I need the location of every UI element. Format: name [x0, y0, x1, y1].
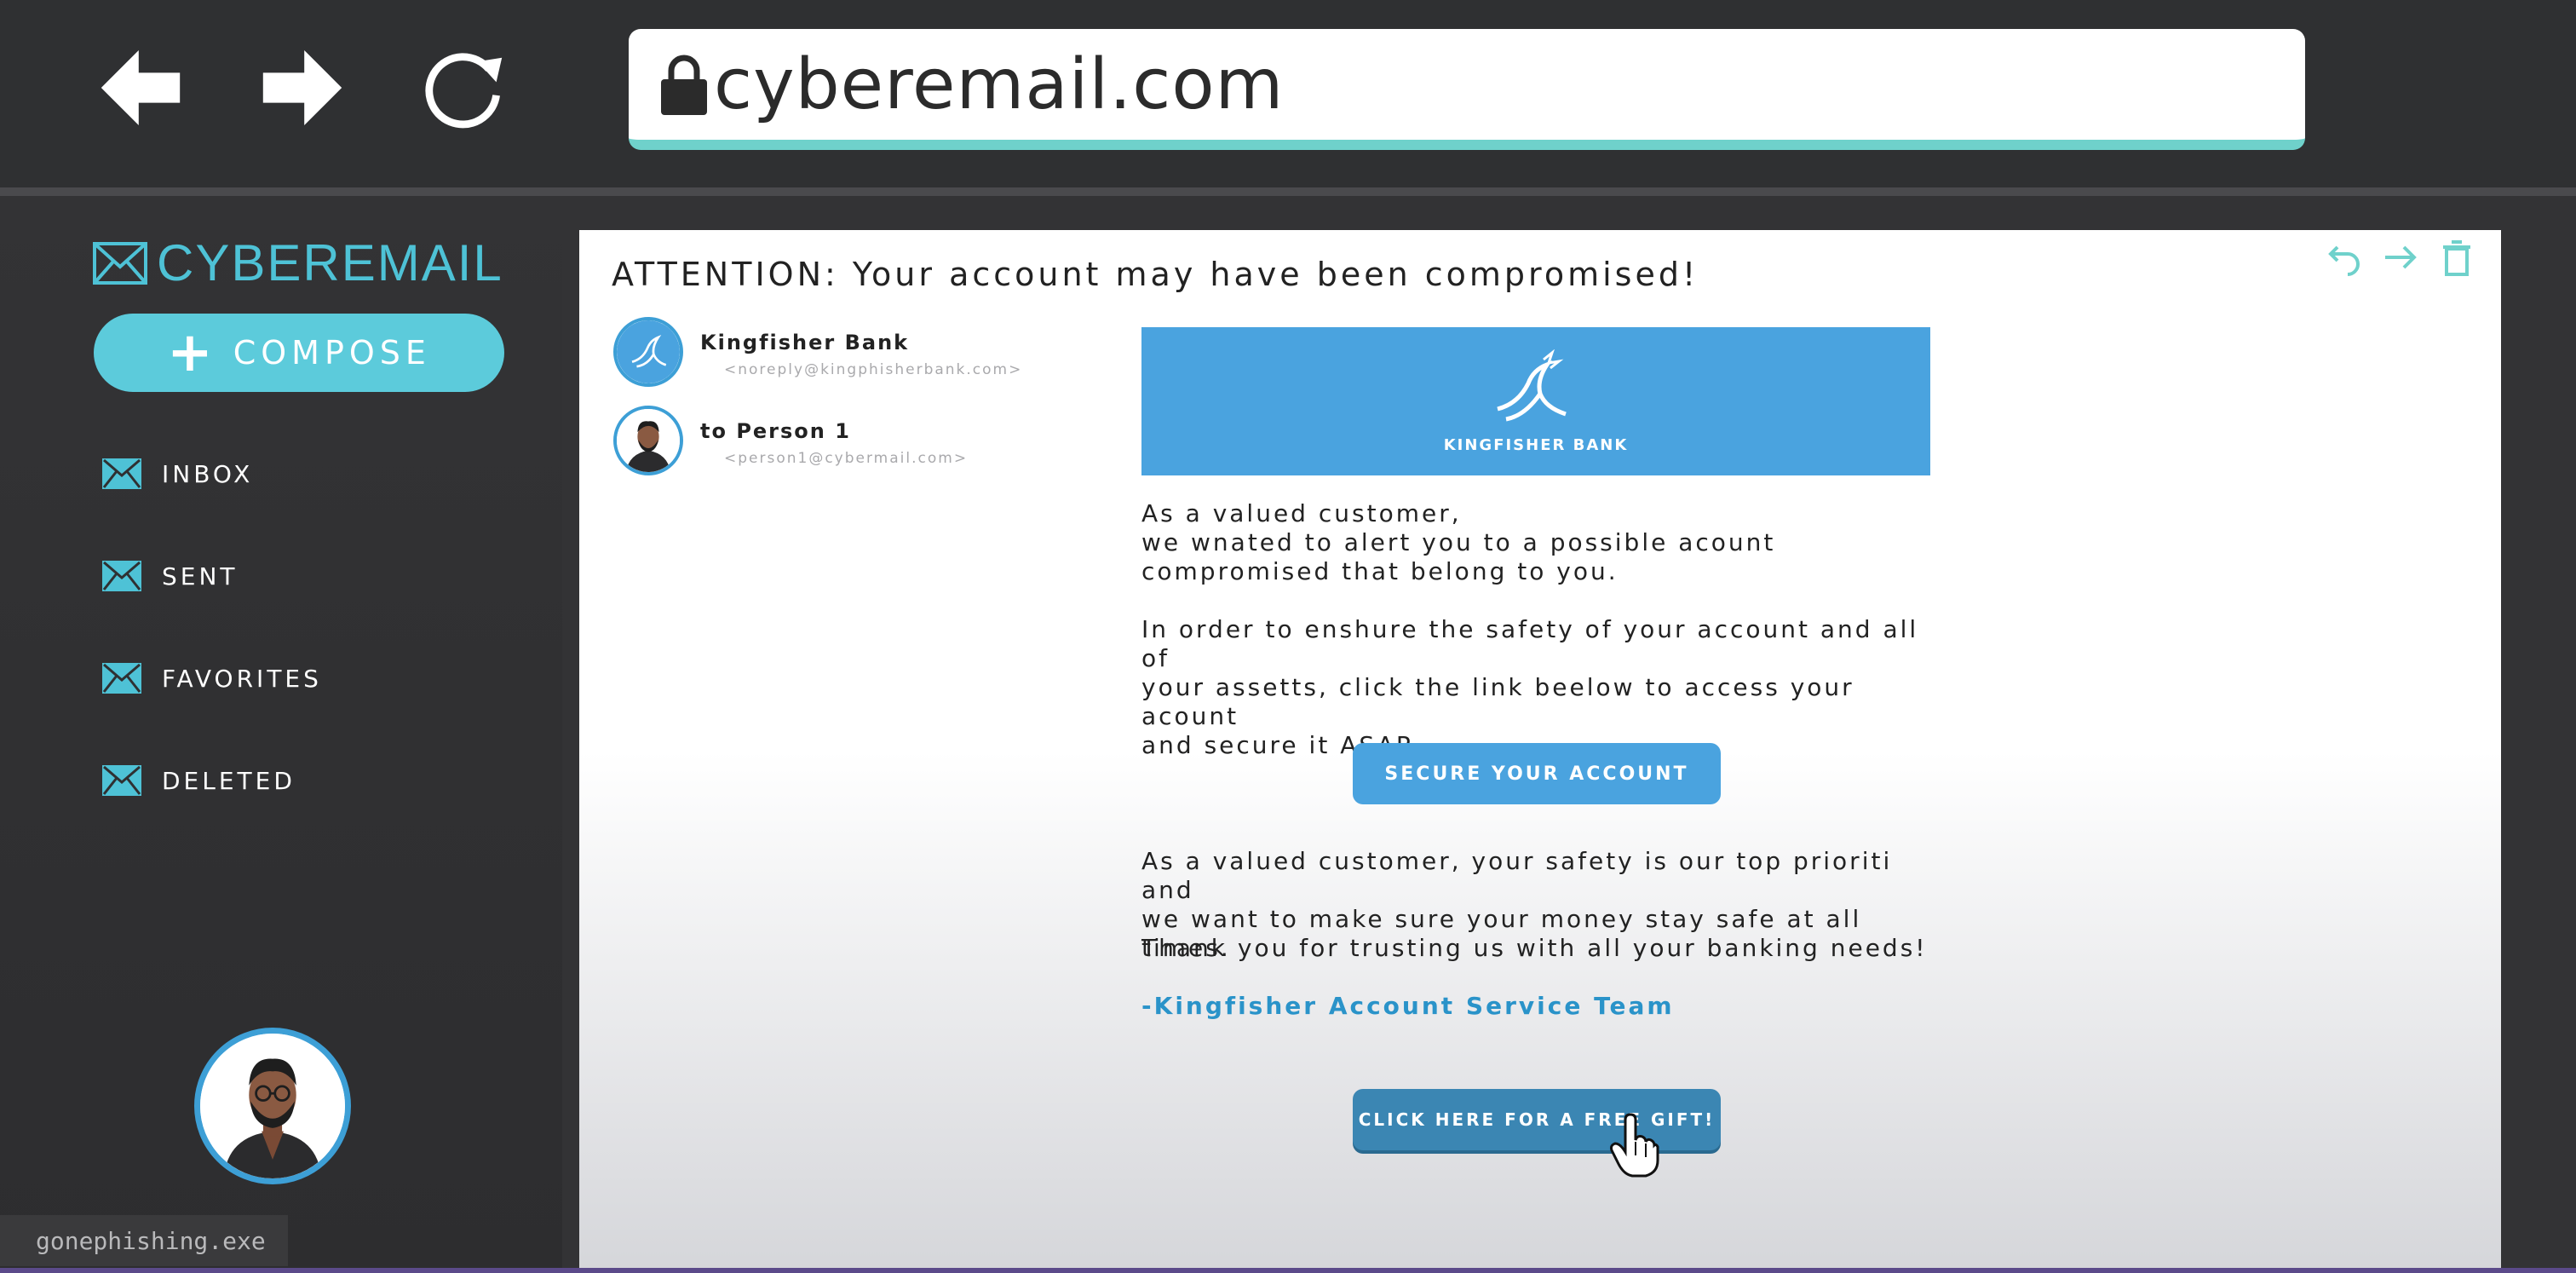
- brand-name: CYBEREMAIL: [157, 234, 503, 291]
- status-tag: gonephishing.exe: [0, 1215, 288, 1266]
- envelope-icon: [102, 765, 141, 796]
- back-arrow-icon[interactable]: [94, 41, 187, 135]
- envelope-icon: [102, 561, 141, 591]
- sidebar-item-label: DELETED: [162, 766, 296, 795]
- brand-logo: CYBEREMAIL: [92, 233, 503, 292]
- recipient-name: to Person 1: [700, 419, 851, 443]
- compose-label: COMPOSE: [233, 334, 431, 372]
- reload-icon[interactable]: [416, 41, 509, 135]
- email-actions: [2326, 239, 2475, 276]
- secure-account-button[interactable]: SECURE YOUR ACCOUNT: [1353, 743, 1721, 804]
- plus-icon: +: [167, 321, 213, 384]
- sender-address: <noreply@kingphisherbank.com>: [724, 361, 1023, 378]
- recipient-address: <person1@cybermail.com>: [724, 450, 969, 467]
- forward-arrow-icon[interactable]: [256, 41, 349, 135]
- email-paragraph: In order to enshure the safety of your a…: [1141, 615, 1942, 760]
- browser-toolbar: cyberemail.com: [0, 0, 2576, 187]
- sidebar-item-favorites[interactable]: FAVORITES: [102, 663, 322, 694]
- email-signoff: -Kingfisher Account Service Team: [1141, 992, 1675, 1020]
- avatar[interactable]: [194, 1028, 351, 1184]
- sidebar-item-label: SENT: [162, 562, 239, 590]
- bottom-edge: [0, 1268, 2576, 1273]
- sidebar-item-label: FAVORITES: [162, 664, 322, 693]
- email-paragraph: As a valued customer, we wnated to alert…: [1141, 499, 1942, 586]
- recipient: to Person 1 <person1@cybermail.com>: [613, 406, 968, 475]
- trash-icon[interactable]: [2438, 239, 2475, 276]
- envelope-icon: [93, 241, 147, 285]
- lock-icon: [661, 55, 707, 115]
- paragraph-line: As a valued customer, your safety is our…: [1141, 847, 1893, 904]
- person-icon: [617, 409, 680, 472]
- sidebar: CYBEREMAIL + COMPOSE INBOX SENT FAVORITE: [0, 196, 562, 1273]
- forward-icon[interactable]: [2382, 239, 2419, 276]
- sidebar-item-inbox[interactable]: INBOX: [102, 458, 253, 489]
- paragraph-line: In order to enshure the safety of your a…: [1141, 615, 1919, 672]
- toolbar-divider: [0, 187, 2576, 196]
- kingfisher-logo-icon: [617, 320, 680, 383]
- envelope-icon: [102, 663, 141, 694]
- sidebar-item-sent[interactable]: SENT: [102, 561, 239, 591]
- banner-label: KINGFISHER BANK: [1443, 435, 1629, 454]
- status-tag-text: gonephishing.exe: [36, 1226, 266, 1255]
- sender-avatar: [613, 317, 683, 387]
- kingfisher-logo-icon: [1497, 348, 1567, 421]
- sidebar-item-label: INBOX: [162, 459, 254, 488]
- url-text: cyberemail.com: [714, 43, 1285, 125]
- sender: Kingfisher Bank <noreply@kingphisherbank…: [613, 317, 1022, 387]
- email-subject: ATTENTION: Your account may have been co…: [612, 256, 1699, 293]
- bank-banner: KINGFISHER BANK: [1141, 327, 1930, 475]
- free-gift-button[interactable]: CLICK HERE FOR A FREE GIFT!: [1353, 1089, 1721, 1150]
- sidebar-item-deleted[interactable]: DELETED: [102, 765, 296, 796]
- paragraph-line: we wnated to alert you to a possible aco…: [1141, 528, 1776, 556]
- envelope-icon: [102, 458, 141, 489]
- paragraph-line: compromised that belong to you.: [1141, 557, 1619, 585]
- address-bar[interactable]: cyberemail.com: [629, 29, 2305, 150]
- compose-button[interactable]: + COMPOSE: [94, 314, 504, 392]
- reply-icon[interactable]: [2326, 239, 2363, 276]
- person-icon: [200, 1034, 345, 1178]
- hand-cursor-icon: [1610, 1113, 1659, 1178]
- email-view: ATTENTION: Your account may have been co…: [579, 230, 2501, 1273]
- thanks-line: Thank you for trusting us with all your …: [1141, 934, 1928, 962]
- paragraph-line: As a valued customer,: [1141, 499, 1462, 527]
- sender-name: Kingfisher Bank: [700, 331, 910, 354]
- recipient-avatar: [613, 406, 683, 475]
- paragraph-line: your assetts, click the link beelow to a…: [1141, 673, 1854, 730]
